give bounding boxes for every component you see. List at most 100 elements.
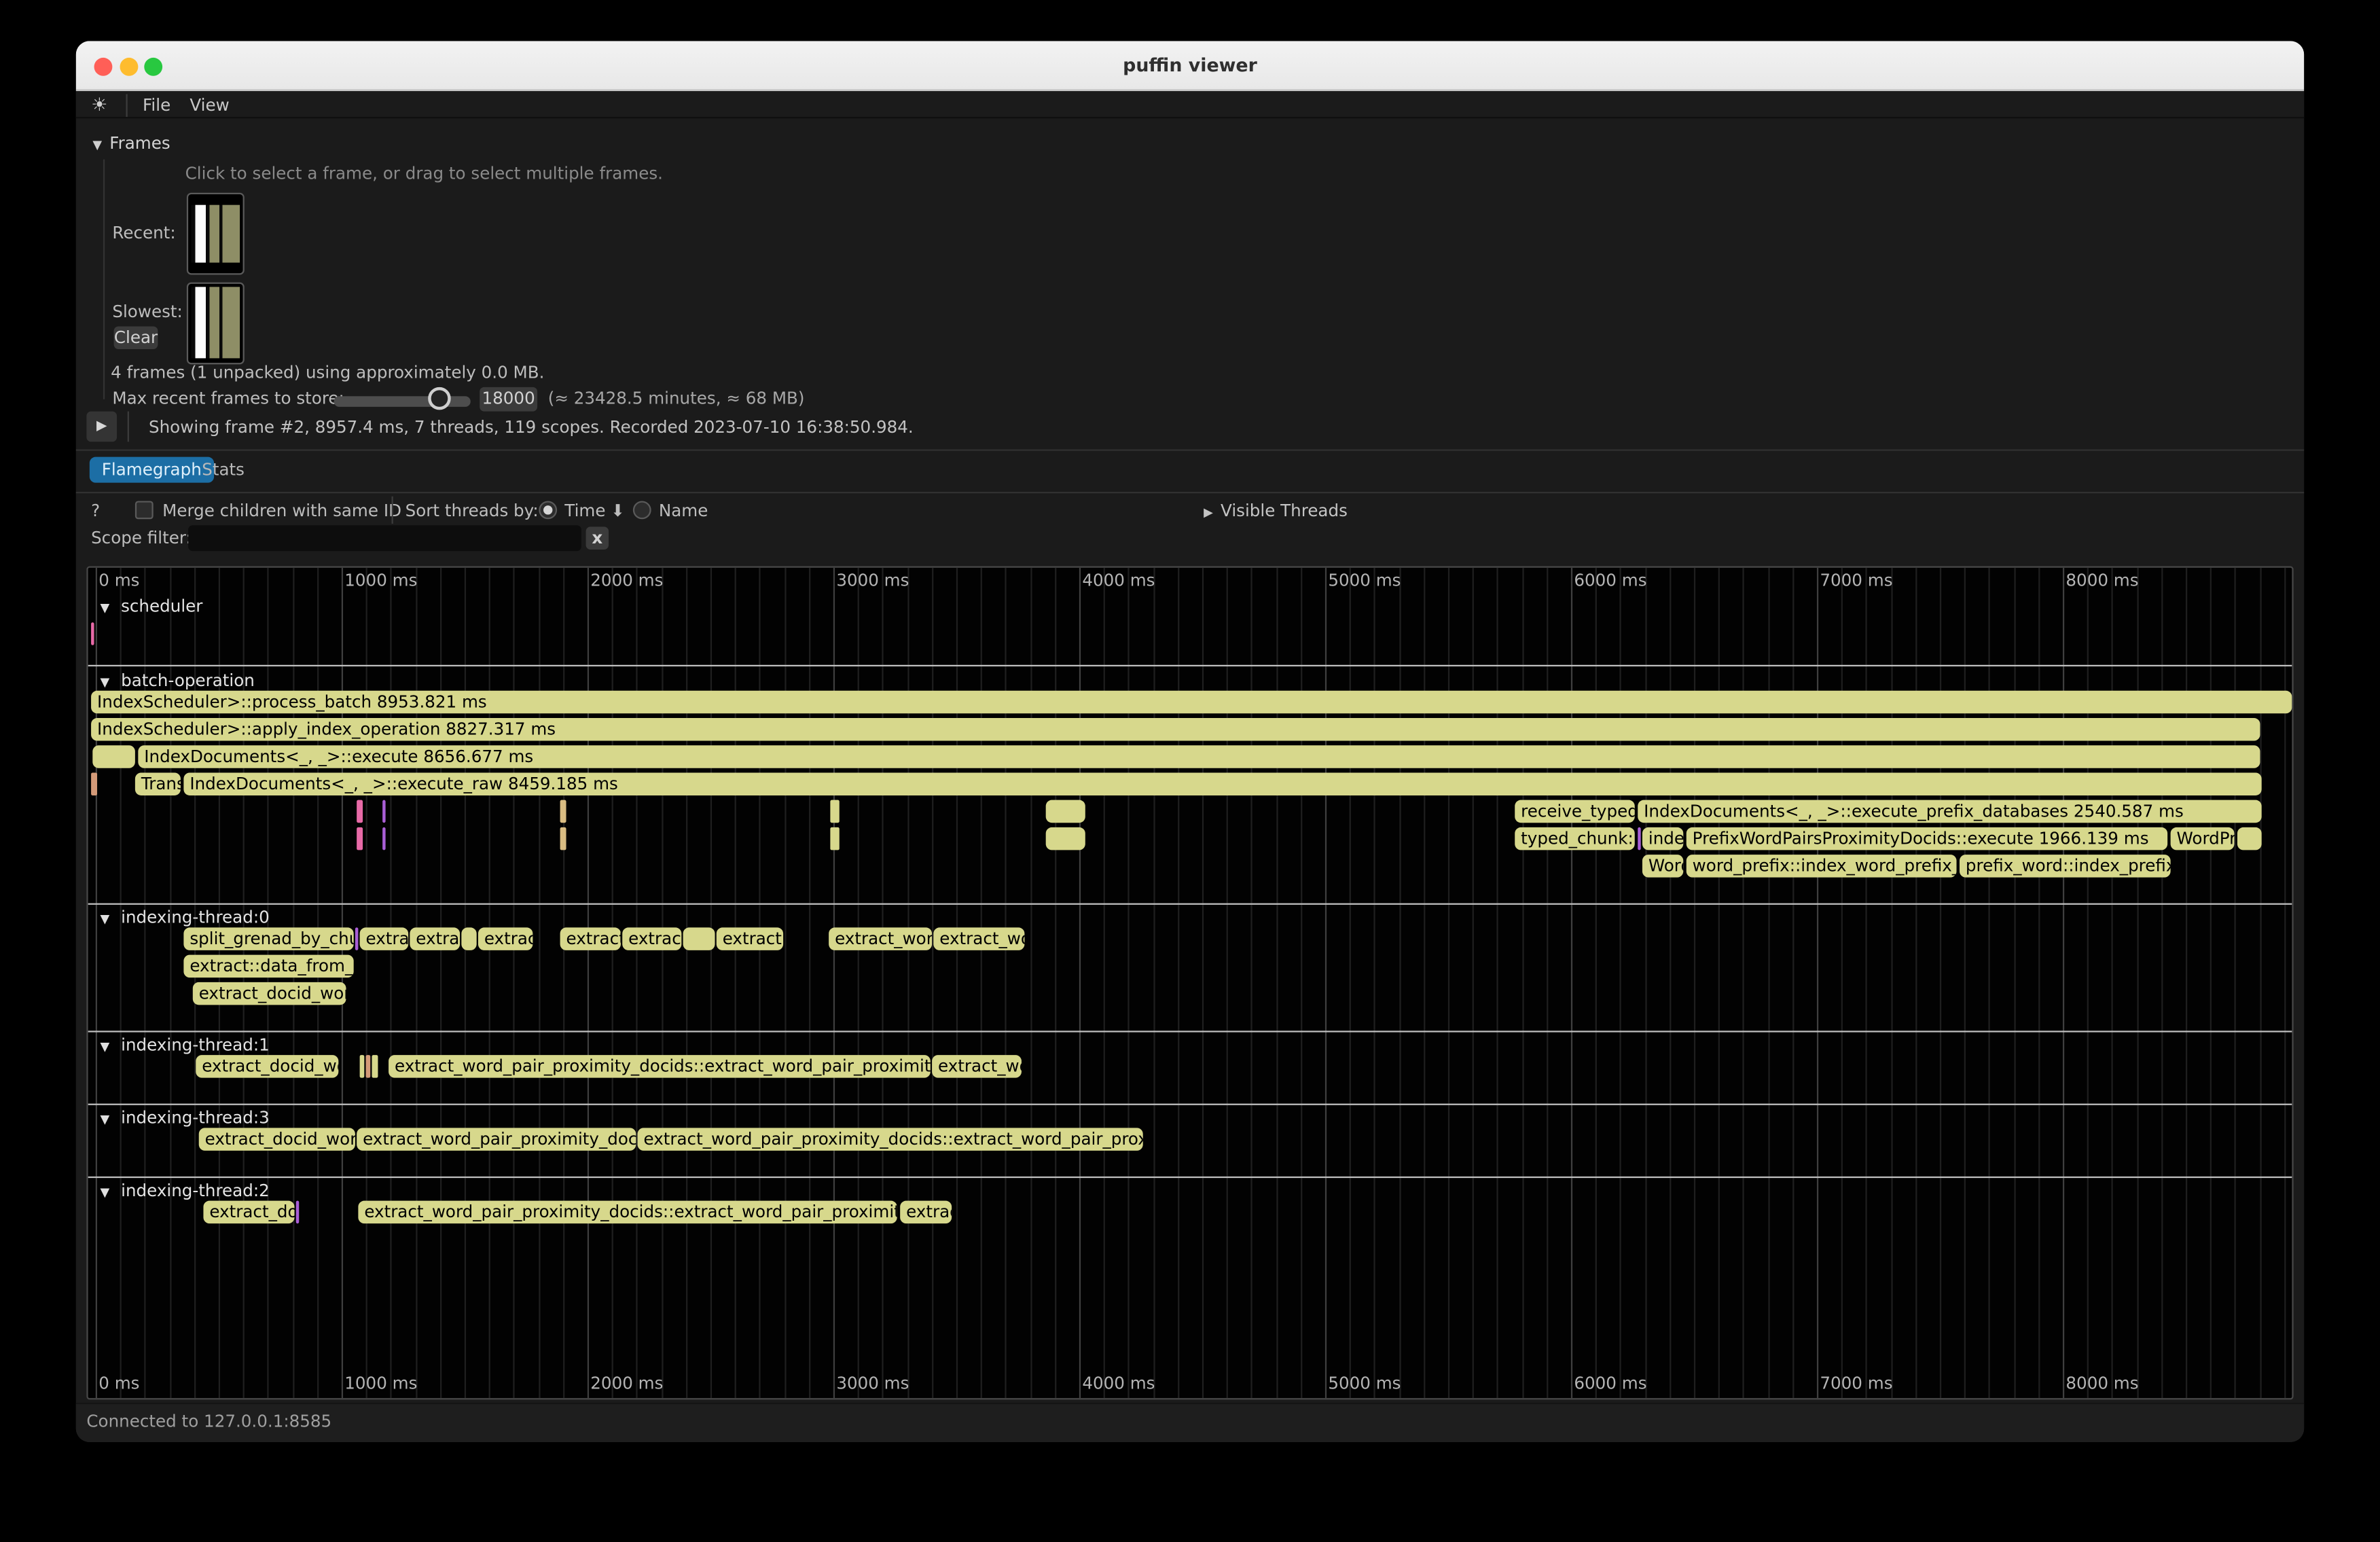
scope-bar[interactable] — [382, 800, 385, 823]
collapse-triangle-icon: ▼ — [100, 601, 113, 615]
ruler-label: 3000 ms — [836, 571, 909, 590]
scope-bar[interactable]: WordPr — [2171, 827, 2235, 850]
scope-bar[interactable]: IndexDocuments<_, _>::execute_prefix_dat… — [1638, 800, 2261, 823]
scope-bar[interactable]: receive_typed_ — [1515, 800, 1635, 823]
frames-section-header[interactable]: ▼Frames — [92, 134, 170, 154]
thread-separator — [88, 1030, 2292, 1032]
scope-bar[interactable] — [1046, 827, 1085, 850]
scope-bar[interactable] — [382, 827, 385, 850]
scope-bar[interactable]: IndexDocuments<_, _>::execute_raw 8459.1… — [183, 772, 2261, 795]
scope-bar[interactable] — [372, 1055, 378, 1078]
ruler-label: 8000 ms — [2066, 571, 2138, 590]
slider-knob[interactable] — [428, 387, 451, 410]
flamegraph-canvas[interactable]: 0 ms0 ms1000 ms1000 ms2000 ms2000 ms3000… — [86, 567, 2293, 1400]
scope-bar[interactable]: Word — [1642, 855, 1683, 878]
scope-bar[interactable] — [560, 827, 566, 850]
ruler-label: 4000 ms — [1082, 571, 1155, 590]
scope-bar[interactable] — [355, 927, 358, 950]
scope-bar[interactable] — [1046, 800, 1085, 823]
scope-bar[interactable]: typed_chunk::w — [1515, 827, 1635, 850]
tab-stats[interactable]: Stats — [202, 457, 245, 483]
scope-bar[interactable]: prefix_word::index_prefix_wo — [1960, 855, 2171, 878]
scope-bar[interactable]: extract_word_pair_proximity_docids::extr… — [389, 1055, 931, 1078]
scope-bar[interactable] — [683, 927, 715, 950]
thread-label-scheduler[interactable]: ▼ scheduler — [100, 596, 202, 616]
recent-label: Recent: — [112, 223, 175, 243]
scope-bar[interactable] — [461, 927, 476, 950]
scope-bar[interactable] — [357, 827, 363, 850]
max-frames-value[interactable]: 18000 — [480, 387, 537, 412]
scope-bar[interactable]: index — [1642, 827, 1683, 850]
scope-bar[interactable]: extract::data_from_ob — [183, 955, 353, 978]
visible-threads-toggle[interactable]: ▶Visible Threads — [1204, 501, 1348, 520]
thread-label-indexing-thread:2[interactable]: ▼ indexing-thread:2 — [100, 1181, 269, 1201]
thread-separator — [88, 665, 2292, 666]
scope-bar[interactable]: extract_wo — [933, 927, 1024, 950]
sort-time-label[interactable]: Time ⬇ — [564, 501, 625, 520]
scope-bar[interactable] — [91, 772, 97, 795]
scope-bar[interactable] — [91, 622, 94, 645]
thread-name: indexing-thread:0 — [121, 908, 270, 927]
scope-bar[interactable]: extract — [717, 927, 783, 950]
scope-bar[interactable]: extract_word_pair_proximity_docids — [357, 1128, 636, 1151]
frames-hint-text: Click to select a frame, or drag to sele… — [185, 164, 663, 183]
thread-label-batch-operation[interactable]: ▼ batch-operation — [100, 671, 254, 691]
ruler-label: 6000 ms — [1574, 1374, 1646, 1393]
ruler-label: 7000 ms — [1820, 571, 1892, 590]
scope-bar[interactable]: split_grenad_by_chun — [183, 927, 353, 950]
scope-bar[interactable] — [366, 1055, 371, 1078]
theme-toggle-icon[interactable]: ☀ — [91, 92, 107, 118]
recent-frames-thumbnail[interactable] — [187, 193, 245, 275]
merge-children-label: Merge children with same ID — [162, 501, 401, 520]
scope-bar[interactable] — [830, 800, 839, 823]
scope-bar[interactable]: extrac — [478, 927, 533, 950]
sort-time-radio[interactable] — [539, 501, 557, 519]
clear-button[interactable]: Clear — [114, 326, 158, 349]
thread-label-indexing-thread:3[interactable]: ▼ indexing-thread:3 — [100, 1108, 269, 1128]
screen: puffin viewer ☀ File View ▼Frames Click … — [0, 0, 2380, 1542]
scope-bar[interactable] — [296, 1201, 299, 1224]
scope-filter-input[interactable] — [188, 525, 581, 551]
scope-bar[interactable]: extract_wo — [932, 1055, 1022, 1078]
menu-view[interactable]: View — [190, 92, 229, 118]
status-bar: Connected to 127.0.0.1:8585 — [76, 1403, 2305, 1442]
slowest-frames-thumbnail[interactable] — [187, 283, 245, 365]
play-button[interactable]: ▶ — [86, 412, 117, 442]
scope-bar[interactable]: PrefixWordPairsProximityDocids::execute … — [1687, 827, 2167, 850]
scope-bar[interactable] — [560, 800, 566, 823]
scope-bar[interactable]: extract — [360, 927, 409, 950]
scope-bar[interactable]: extract_docid_word — [196, 1055, 338, 1078]
scope-bar[interactable] — [2237, 827, 2262, 850]
scope-bar[interactable]: word_prefix::index_word_prefix_ — [1687, 855, 1957, 878]
scope-bar[interactable]: extract_ — [560, 927, 621, 950]
scope-bar[interactable]: extract_docid_word — [199, 1128, 355, 1151]
title-bar: puffin viewer — [76, 41, 2305, 91]
sort-name-label[interactable]: Name — [659, 501, 708, 520]
scope-bar[interactable] — [357, 800, 363, 823]
merge-children-checkbox[interactable] — [135, 501, 154, 519]
scope-bar[interactable]: extract_docid_word — [193, 982, 346, 1005]
tab-flamegraph[interactable]: Flamegraph — [90, 457, 214, 483]
scope-bar[interactable] — [360, 1055, 365, 1078]
scope-bar[interactable]: IndexScheduler>::process_batch 8953.821 … — [91, 691, 2292, 714]
menu-file[interactable]: File — [143, 92, 170, 118]
scope-bar[interactable]: IndexDocuments<_, _>::execute 8656.677 m… — [138, 745, 2260, 768]
scope-bar[interactable]: extra — [410, 927, 460, 950]
scope-bar[interactable] — [92, 745, 135, 768]
thread-label-indexing-thread:0[interactable]: ▼ indexing-thread:0 — [100, 908, 269, 927]
scope-bar[interactable]: Trans — [135, 772, 181, 795]
scope-bar[interactable]: extract_word_pair_proximity_docids::extr… — [358, 1201, 897, 1224]
scope-bar[interactable]: extract_doc — [203, 1201, 294, 1224]
help-button[interactable]: ? — [91, 501, 100, 520]
thread-label-indexing-thread:1[interactable]: ▼ indexing-thread:1 — [100, 1035, 269, 1055]
scope-bar[interactable]: extract_word_pair_proximity_docids::extr… — [638, 1128, 1143, 1151]
scope-bar[interactable] — [1638, 827, 1640, 850]
scope-bar[interactable]: extrac — [900, 1201, 952, 1224]
scope-bar[interactable]: IndexScheduler>::apply_index_operation 8… — [91, 718, 2260, 741]
sort-name-radio[interactable] — [633, 501, 651, 519]
scope-bar[interactable]: extract_ — [622, 927, 681, 950]
scope-filter-clear-button[interactable]: x — [586, 526, 609, 550]
scope-bar[interactable] — [830, 827, 839, 850]
thread-separator — [88, 1177, 2292, 1178]
scope-bar[interactable]: extract_word — [829, 927, 932, 950]
